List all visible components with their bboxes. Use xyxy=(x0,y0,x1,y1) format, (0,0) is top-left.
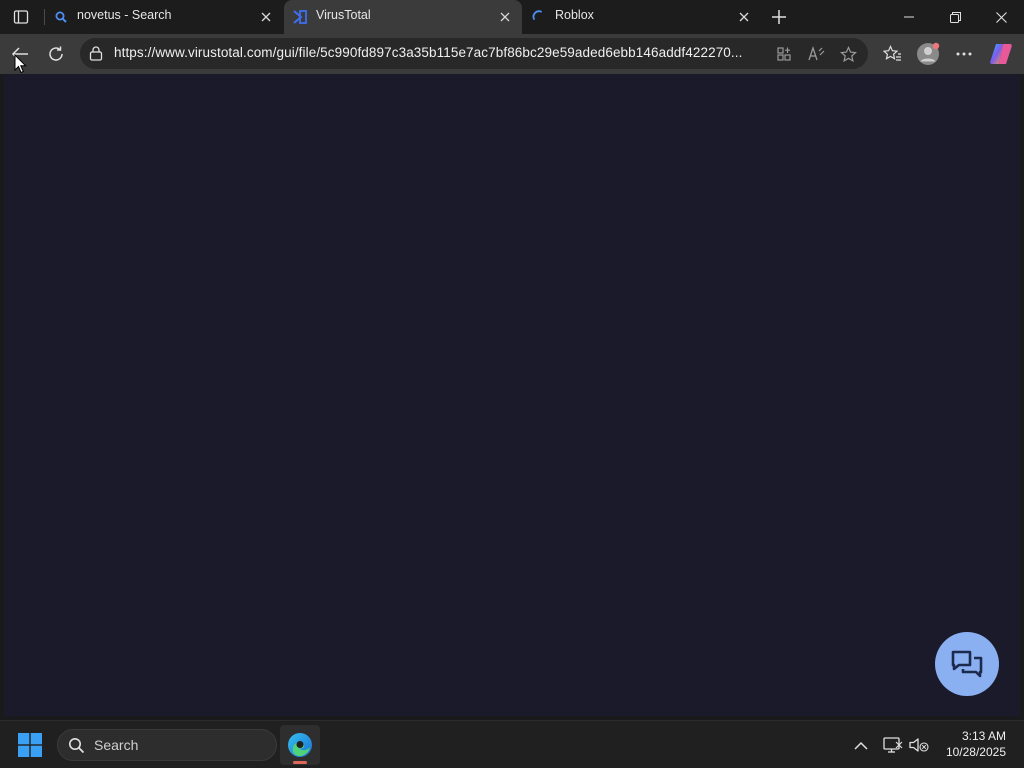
search-icon xyxy=(53,9,69,25)
clock-time: 3:13 AM xyxy=(961,729,1006,743)
browser-toolbar: https://www.virustotal.com/gui/file/5c99… xyxy=(0,34,1024,74)
taskbar-search-box[interactable]: Search xyxy=(57,729,277,761)
page-content xyxy=(4,74,1020,716)
app-available-icon[interactable] xyxy=(774,44,794,64)
tab-title: VirusTotal xyxy=(316,8,371,22)
tab-strip: novetus - Search VirusTotal Roblox xyxy=(0,0,1024,34)
edge-icon xyxy=(288,733,312,757)
profile-button[interactable] xyxy=(913,39,943,69)
plus-icon xyxy=(772,10,786,24)
favorites-button[interactable] xyxy=(877,39,907,69)
windows-logo-icon xyxy=(18,733,42,757)
new-tab-button[interactable] xyxy=(767,5,791,29)
tab-roblox[interactable]: Roblox xyxy=(523,0,761,34)
copilot-icon xyxy=(990,44,1012,64)
running-indicator xyxy=(293,761,307,764)
network-status-button[interactable] xyxy=(883,735,903,755)
more-horizontal-icon xyxy=(956,52,972,56)
tab-title: novetus - Search xyxy=(77,8,172,22)
chevron-up-icon xyxy=(854,741,868,750)
address-bar[interactable]: https://www.virustotal.com/gui/file/5c99… xyxy=(80,38,868,69)
refresh-button[interactable] xyxy=(41,39,71,69)
search-icon xyxy=(68,737,85,758)
volume-button[interactable] xyxy=(909,735,929,755)
favorite-star-icon[interactable] xyxy=(838,44,858,64)
taskbar-search-label: Search xyxy=(94,737,139,753)
close-tab-icon[interactable] xyxy=(735,8,753,26)
site-info-icon[interactable] xyxy=(89,46,103,65)
tab-actions-button[interactable] xyxy=(8,4,34,30)
settings-more-button[interactable] xyxy=(949,39,979,69)
virustotal-icon xyxy=(292,9,308,25)
chat-button[interactable] xyxy=(935,632,999,696)
start-button[interactable] xyxy=(18,733,42,757)
minimize-button[interactable] xyxy=(886,0,932,34)
chat-bubbles-icon xyxy=(951,650,983,678)
restore-button[interactable] xyxy=(932,0,978,34)
speaker-muted-icon xyxy=(909,738,929,752)
close-tab-icon[interactable] xyxy=(257,8,275,26)
mouse-cursor-icon xyxy=(14,53,27,78)
url-text[interactable]: https://www.virustotal.com/gui/file/5c99… xyxy=(114,45,742,60)
tab-novetus-search[interactable]: novetus - Search xyxy=(45,0,283,34)
tab-title: Roblox xyxy=(555,8,594,22)
loading-spinner-icon xyxy=(531,9,547,25)
system-clock[interactable]: 3:13 AM 10/28/2025 xyxy=(936,728,1006,760)
clock-date: 10/28/2025 xyxy=(945,745,1006,759)
minimize-icon xyxy=(904,16,914,18)
refresh-icon xyxy=(49,46,63,61)
copilot-button[interactable] xyxy=(986,39,1016,69)
restore-icon xyxy=(949,11,961,23)
show-hidden-icons-button[interactable] xyxy=(851,735,871,755)
network-icon xyxy=(883,737,903,753)
tab-virustotal[interactable]: VirusTotal xyxy=(284,0,522,34)
close-window-button[interactable] xyxy=(978,0,1024,34)
taskbar-edge-app[interactable] xyxy=(280,725,320,765)
read-aloud-icon[interactable] xyxy=(807,44,827,64)
taskbar: Search 3:13 AM 10/28/2025 xyxy=(0,720,1024,768)
favorites-icon xyxy=(882,45,901,61)
close-icon xyxy=(995,11,1007,23)
tab-actions-icon xyxy=(13,10,29,24)
close-tab-icon[interactable] xyxy=(496,8,514,26)
avatar xyxy=(917,42,940,65)
